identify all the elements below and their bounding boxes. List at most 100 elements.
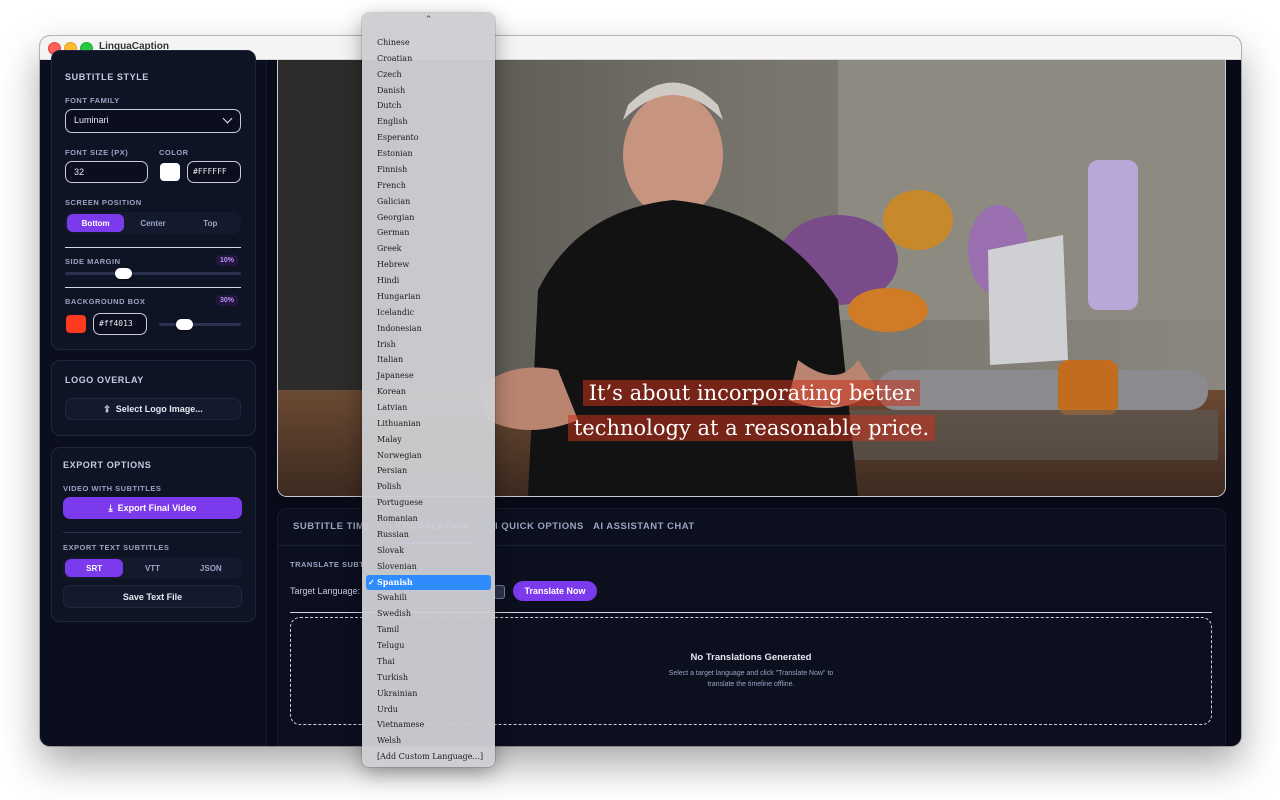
language-option[interactable]: English — [366, 114, 491, 129]
format-srt-button[interactable]: SRT — [65, 559, 124, 577]
language-option[interactable]: Russian — [366, 527, 491, 542]
language-option-label: Tamil — [377, 625, 400, 635]
language-option[interactable]: Czech — [366, 67, 491, 82]
language-option[interactable]: Urdu — [366, 702, 491, 717]
language-option-label: Russian — [377, 529, 409, 539]
language-option[interactable]: Romanian — [366, 511, 491, 526]
language-option[interactable]: Malay — [366, 432, 491, 447]
language-option[interactable]: Portuguese — [366, 495, 491, 510]
language-option[interactable]: Slovak — [366, 543, 491, 558]
sidebar: SUBTITLE STYLE FONT FAMILY Luminari FONT… — [40, 50, 267, 746]
tab-ai-quick-options[interactable]: I QUICK OPTIONS — [495, 521, 584, 532]
language-option[interactable]: Turkish — [366, 670, 491, 685]
language-option[interactable]: Croatian — [366, 51, 491, 66]
language-dropdown-menu: ⌃ Chinese Croatian Czech Danish Dutch English… — [362, 13, 495, 767]
language-option-label: Romanian — [377, 514, 418, 524]
language-option-label: Malay — [377, 434, 402, 444]
text-color-swatch[interactable] — [160, 163, 180, 181]
language-option[interactable]: Chinese — [366, 35, 491, 50]
language-option[interactable]: French — [366, 178, 491, 193]
language-option[interactable]: Thai — [366, 654, 491, 669]
language-option-label: Polish — [377, 482, 402, 492]
side-margin-slider[interactable] — [65, 272, 241, 275]
translate-now-button[interactable]: Translate Now — [513, 581, 597, 601]
tab-ai-assistant-chat[interactable]: AI ASSISTANT CHAT — [593, 521, 695, 532]
language-option[interactable]: Norwegian — [366, 448, 491, 463]
background-box-badge: 30% — [216, 295, 239, 306]
language-option[interactable]: Welsh — [366, 733, 491, 748]
language-option-label: Irish — [377, 339, 396, 349]
language-option[interactable]: Swedish — [366, 606, 491, 621]
language-option[interactable]: Persian — [366, 463, 491, 478]
export-text-subtitles-label: EXPORT TEXT SUBTITLES — [63, 543, 170, 552]
chevron-down-icon — [222, 113, 233, 124]
language-option[interactable]: German — [366, 225, 491, 240]
font-size-input[interactable]: 32 — [65, 161, 148, 183]
language-option-label: Portuguese — [377, 498, 423, 508]
export-final-video-button[interactable]: ⤓ Export Final Video — [63, 497, 242, 519]
language-option[interactable]: Lithuanian — [366, 416, 491, 431]
language-option[interactable]: Galician — [366, 194, 491, 209]
language-option[interactable]: Danish — [366, 83, 491, 98]
language-option-label: Norwegian — [377, 450, 422, 460]
subtitle-line: technology at a reasonable price. — [567, 415, 936, 441]
language-option-label: Swahili — [377, 593, 407, 603]
language-option[interactable]: Icelandic — [366, 305, 491, 320]
language-option[interactable]: Indonesian — [366, 321, 491, 336]
language-option[interactable]: Estonian — [366, 146, 491, 161]
format-vtt-button[interactable]: VTT — [123, 559, 181, 577]
position-center-button[interactable]: Center — [124, 214, 181, 232]
scroll-up-arrow-icon[interactable]: ⌃ — [362, 14, 495, 25]
language-option[interactable]: Irish — [366, 337, 491, 352]
select-logo-button[interactable]: ⇪ Select Logo Image... — [65, 398, 241, 420]
language-option[interactable]: Telugu — [366, 638, 491, 653]
language-option[interactable]: Polish — [366, 479, 491, 494]
tab-subtitle-timeline[interactable]: SUBTITLE TIME — [293, 521, 371, 532]
language-option[interactable]: Hebrew — [366, 257, 491, 272]
language-option[interactable]: Latvian — [366, 400, 491, 415]
language-option[interactable]: Italian — [366, 352, 491, 367]
language-option[interactable]: ✓ Spanish — [366, 574, 491, 590]
save-text-file-button[interactable]: Save Text File — [63, 585, 242, 608]
language-option[interactable]: Swahili — [366, 590, 491, 605]
language-option[interactable]: Esperanto — [366, 130, 491, 145]
text-color-hex-input[interactable]: #FFFFFF — [187, 161, 241, 183]
font-size-label: FONT SIZE (PX) — [65, 148, 129, 157]
background-color-swatch[interactable] — [66, 315, 86, 333]
language-option[interactable]: Hindi — [366, 273, 491, 288]
language-option[interactable]: Slovenian — [366, 559, 491, 574]
divider — [65, 287, 241, 288]
background-color-hex-input[interactable]: #ff4013 — [93, 313, 147, 335]
font-family-select[interactable]: Luminari — [65, 109, 241, 133]
language-option-label: Georgian — [377, 212, 415, 222]
language-option[interactable]: Dutch — [366, 98, 491, 113]
language-option-label: Spanish — [377, 576, 413, 587]
language-option-label: Estonian — [377, 149, 413, 159]
language-option[interactable]: Ukrainian — [366, 686, 491, 701]
language-option[interactable]: Greek — [366, 241, 491, 256]
language-option-label: Italian — [377, 355, 404, 365]
language-option[interactable]: Hungarian — [366, 289, 491, 304]
language-option[interactable]: Vietnamese — [366, 717, 491, 732]
language-option[interactable]: Georgian — [366, 210, 491, 225]
background-opacity-slider[interactable] — [159, 323, 241, 326]
language-option[interactable]: Finnish — [366, 162, 491, 177]
position-top-button[interactable]: Top — [182, 214, 239, 232]
background-color-hex-value: #ff4013 — [99, 319, 133, 328]
color-label: COLOR — [159, 148, 189, 157]
screen-position-label: SCREEN POSITION — [65, 198, 142, 207]
position-bottom-button[interactable]: Bottom — [67, 214, 125, 232]
language-option[interactable]: Japanese — [366, 368, 491, 383]
side-margin-label: SIDE MARGIN — [65, 257, 121, 266]
text-color-hex-value: #FFFFFF — [193, 167, 227, 176]
format-json-button[interactable]: JSON — [182, 559, 240, 577]
subtitle-style-title: SUBTITLE STYLE — [65, 72, 149, 82]
language-option[interactable]: Korean — [366, 384, 491, 399]
language-option[interactable]: Tamil — [366, 622, 491, 637]
side-margin-slider-thumb[interactable] — [115, 268, 133, 279]
language-option-label: Hungarian — [377, 291, 421, 301]
background-opacity-slider-thumb[interactable] — [175, 319, 193, 330]
divider — [63, 532, 242, 533]
language-select-stepper[interactable] — [494, 585, 505, 599]
language-option[interactable]: [Add Custom Language...] — [366, 749, 491, 764]
